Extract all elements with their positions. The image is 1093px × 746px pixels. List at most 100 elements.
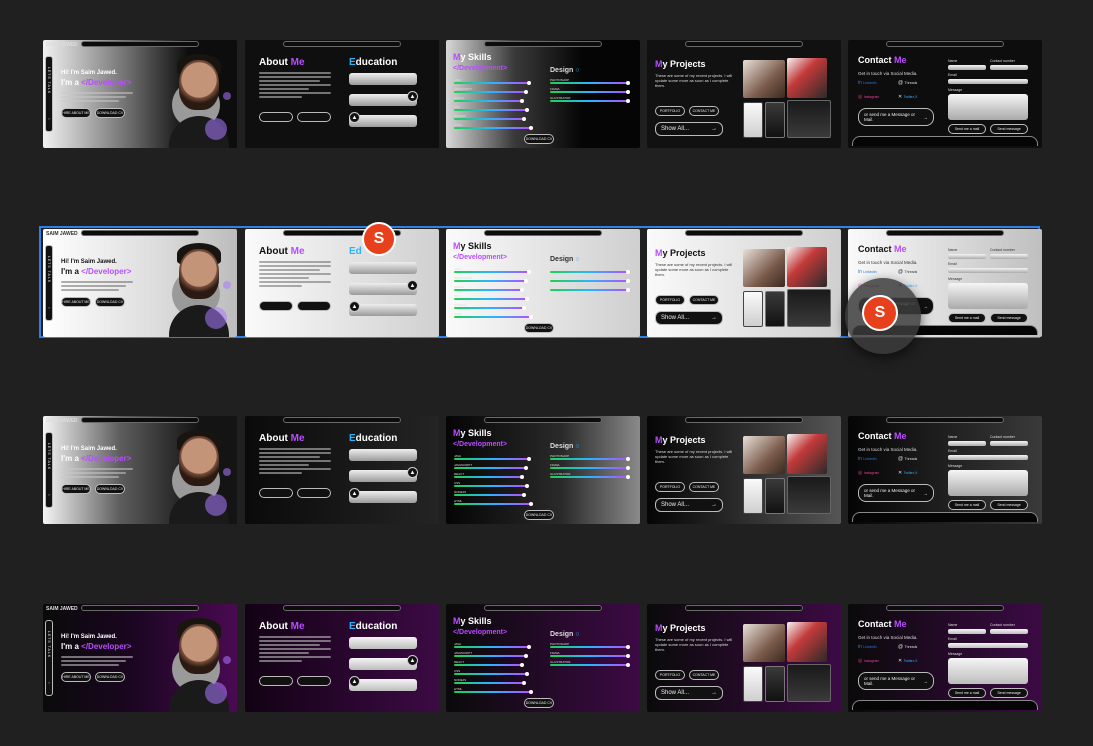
- portfolio-button[interactable]: PORTFOLIO: [655, 482, 685, 492]
- message-field[interactable]: [948, 658, 1028, 684]
- message-field[interactable]: [948, 283, 1028, 309]
- project-thumbnail-4[interactable]: [765, 666, 785, 702]
- skill-knob[interactable]: [520, 99, 524, 103]
- project-thumbnail-2[interactable]: [787, 434, 827, 474]
- name-field[interactable]: [948, 254, 986, 259]
- skill-knob[interactable]: [527, 645, 532, 649]
- show-all-button[interactable]: Show All... →: [655, 311, 723, 325]
- send-message-button[interactable]: Send message: [990, 313, 1028, 323]
- project-thumbnail-1[interactable]: [743, 436, 785, 474]
- project-thumbnail-3[interactable]: [743, 102, 763, 138]
- project-thumbnail-1[interactable]: [743, 624, 785, 662]
- skill-knob[interactable]: [626, 90, 631, 94]
- show-all-button[interactable]: Show All... →: [655, 498, 723, 512]
- contact-me-button[interactable]: CONTACT ME: [689, 670, 719, 680]
- message-field[interactable]: [948, 94, 1028, 120]
- instagram-icon[interactable]: ◎ Instagram: [858, 94, 879, 100]
- skill-knob[interactable]: [525, 297, 530, 301]
- skill-knob[interactable]: [626, 663, 631, 667]
- frame-contact[interactable]: Contact Me Get in touch via Social Media…: [848, 604, 1042, 712]
- skill-knob[interactable]: [528, 502, 533, 506]
- send-mail-button[interactable]: Send me a mail: [948, 500, 986, 510]
- skill-knob[interactable]: [525, 672, 530, 676]
- instagram-icon[interactable]: ◎ Instagram: [858, 470, 879, 476]
- design-row[interactable]: SAIM JAWED LETS TALK › Hi! I'm Saim Jawe…: [0, 40, 1093, 148]
- skill-knob[interactable]: [626, 99, 631, 103]
- skill-knob[interactable]: [523, 466, 528, 470]
- project-thumbnail-1[interactable]: [743, 60, 785, 98]
- email-field[interactable]: [948, 268, 1028, 273]
- send-message-button[interactable]: Send message: [990, 688, 1028, 698]
- hire-button[interactable]: HIRE ABOUT ME: [61, 484, 91, 494]
- skill-knob[interactable]: [525, 484, 530, 488]
- skill-knob[interactable]: [527, 81, 532, 85]
- linkedin-icon[interactable]: in LinkedIn: [858, 269, 877, 275]
- skills-download-button[interactable]: DOWNLOAD CV: [524, 698, 554, 708]
- about-button-1[interactable]: [259, 301, 293, 311]
- skill-knob[interactable]: [523, 279, 528, 283]
- skill-knob[interactable]: [521, 306, 526, 310]
- collaborator-avatar[interactable]: S: [362, 222, 396, 256]
- collaborator-cursor-avatar[interactable]: S: [862, 295, 898, 331]
- hire-button[interactable]: HIRE ABOUT ME: [61, 108, 91, 118]
- skill-knob[interactable]: [527, 270, 532, 274]
- about-button-2[interactable]: [297, 676, 331, 686]
- frame-about[interactable]: About Me Education ▲ ▲: [245, 416, 439, 524]
- download-cv-button[interactable]: DOWNLOAD CV: [95, 297, 125, 307]
- hire-button[interactable]: HIRE ABOUT ME: [61, 672, 91, 682]
- project-thumbnail-4[interactable]: [765, 478, 785, 514]
- project-thumbnail-3[interactable]: [743, 291, 763, 327]
- twitter-x-icon[interactable]: ✕ Twitter-X: [898, 470, 917, 476]
- skill-knob[interactable]: [521, 493, 526, 497]
- frame-projects[interactable]: My Projects These are some of my recent …: [647, 40, 841, 148]
- frame-projects[interactable]: My Projects These are some of my recent …: [647, 229, 841, 337]
- threads-icon[interactable]: @ Threads: [898, 456, 917, 462]
- about-button-1[interactable]: [259, 676, 293, 686]
- frame-hero[interactable]: SAIM JAWED LETS TALK › Hi! I'm Saim Jawe…: [43, 229, 237, 337]
- skill-knob[interactable]: [626, 654, 631, 658]
- twitter-x-icon[interactable]: ✕ Twitter-X: [898, 658, 917, 664]
- skill-knob[interactable]: [626, 288, 631, 292]
- design-row[interactable]: SAIM JAWED LETS TALK › Hi! I'm Saim Jawe…: [0, 416, 1093, 524]
- frame-skills[interactable]: My Skills </Development> Design ○ JAVA JA…: [446, 416, 640, 524]
- frame-contact[interactable]: Contact Me Get in touch via Social Media…: [848, 40, 1042, 148]
- contact-me-button[interactable]: CONTACT ME: [689, 295, 719, 305]
- skill-knob[interactable]: [626, 475, 631, 479]
- send-message-button[interactable]: Send message: [990, 124, 1028, 134]
- skills-download-button[interactable]: DOWNLOAD CV: [524, 323, 554, 333]
- skill-knob[interactable]: [528, 315, 533, 319]
- frame-about[interactable]: About Me Ed ▲ ▲: [245, 229, 439, 337]
- design-row[interactable]: SAIM JAWED LETS TALK › Hi! I'm Saim Jawe…: [0, 604, 1093, 712]
- project-thumbnail-5[interactable]: [787, 100, 831, 138]
- frame-skills[interactable]: My Skills </Development> Design ○ JAVA JA…: [446, 229, 640, 337]
- download-cv-button[interactable]: DOWNLOAD CV: [95, 484, 125, 494]
- skill-knob[interactable]: [626, 645, 631, 649]
- education-card-1[interactable]: [349, 449, 417, 461]
- lets-talk-strip[interactable]: LETS TALK ›: [45, 620, 53, 696]
- skill-knob[interactable]: [626, 466, 631, 470]
- threads-icon[interactable]: @ Threads: [898, 269, 917, 275]
- skill-knob[interactable]: [626, 279, 631, 283]
- frame-hero[interactable]: SAIM JAWED LETS TALK › Hi! I'm Saim Jawe…: [43, 416, 237, 524]
- skill-knob[interactable]: [626, 270, 631, 274]
- send-message-cta[interactable]: or send me a Message or Mail.→: [858, 108, 934, 126]
- lets-talk-strip[interactable]: LETS TALK ›: [45, 245, 53, 321]
- contact-me-button[interactable]: CONTACT ME: [689, 106, 719, 116]
- project-thumbnail-1[interactable]: [743, 249, 785, 287]
- send-mail-button[interactable]: Send me a mail: [948, 313, 986, 323]
- contact-me-button[interactable]: CONTACT ME: [689, 482, 719, 492]
- show-all-button[interactable]: Show All... →: [655, 686, 723, 700]
- name-field[interactable]: [948, 441, 986, 446]
- skills-download-button[interactable]: DOWNLOAD CV: [524, 134, 554, 144]
- frame-hero[interactable]: SAIM JAWED LETS TALK › Hi! I'm Saim Jawe…: [43, 604, 237, 712]
- project-thumbnail-5[interactable]: [787, 476, 831, 514]
- frame-skills[interactable]: My Skills </Development> Design ○ JAVA JA…: [446, 40, 640, 148]
- project-thumbnail-5[interactable]: [787, 289, 831, 327]
- linkedin-icon[interactable]: in LinkedIn: [858, 80, 877, 86]
- skill-knob[interactable]: [527, 457, 532, 461]
- frame-projects[interactable]: My Projects These are some of my recent …: [647, 416, 841, 524]
- about-button-1[interactable]: [259, 112, 293, 122]
- skill-knob[interactable]: [626, 457, 631, 461]
- threads-icon[interactable]: @ Threads: [898, 80, 917, 86]
- project-thumbnail-3[interactable]: [743, 478, 763, 514]
